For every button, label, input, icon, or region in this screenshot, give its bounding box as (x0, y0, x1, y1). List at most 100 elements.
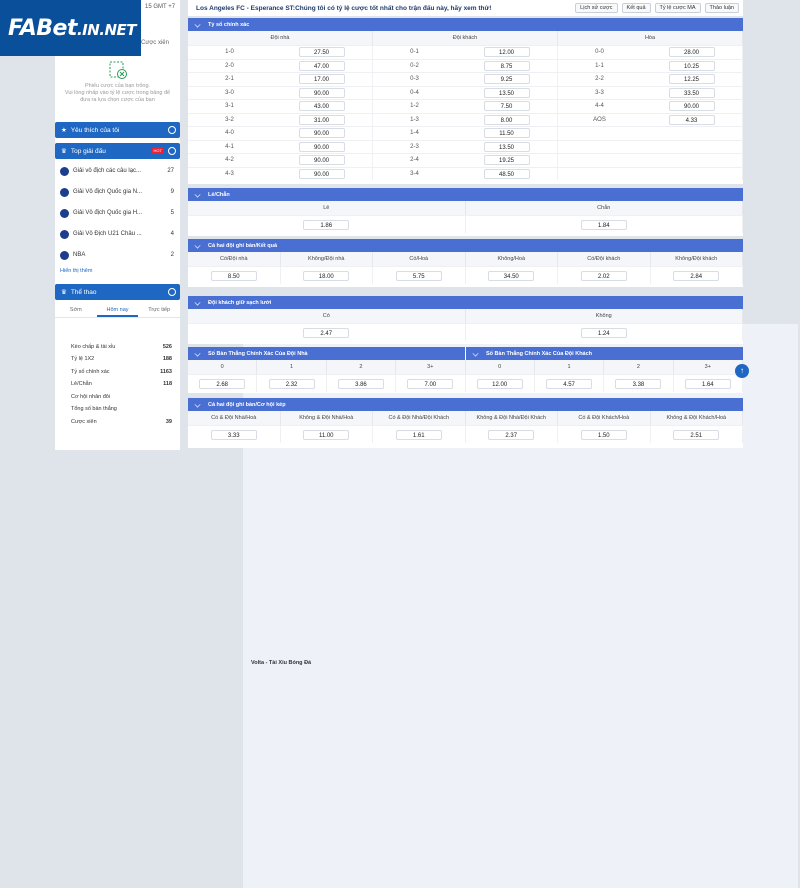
odds-button[interactable]: 12.00 (476, 378, 523, 389)
score-cell: 4-2 90.00 (188, 154, 373, 167)
sport-item[interactable]: Kèo chấp & tài xỉu 526 (55, 341, 180, 353)
logo-brand: FABet (8, 15, 77, 41)
odds-button[interactable]: 1.84 (580, 219, 627, 230)
odds-button[interactable]: 13.50 (483, 87, 530, 98)
odds-button[interactable]: 18.00 (303, 270, 350, 281)
odds-button[interactable]: 1.61 (395, 429, 442, 440)
odds-button[interactable]: 27.50 (298, 47, 345, 58)
logo[interactable]: FABet.IN.NET (0, 0, 141, 56)
odds-button[interactable]: 8.50 (210, 270, 257, 281)
odds-cell: 1.50 (558, 426, 651, 443)
score-cell (558, 154, 743, 167)
score-cell: 0-3 9.25 (373, 73, 558, 86)
sport-item-volta[interactable]: Volta - Tài Xỉu Bóng Đá (243, 438, 798, 888)
odds-button[interactable]: 8.00 (483, 114, 530, 125)
bet-history-button[interactable]: Lịch sử cược (575, 3, 618, 13)
odds-button[interactable]: 2.02 (580, 270, 627, 281)
odds-button[interactable]: 7.00 (407, 378, 454, 389)
sport-item[interactable]: Tổng số bàn thắng (55, 403, 180, 415)
odds-button[interactable]: 2.84 (673, 270, 720, 281)
discuss-button[interactable]: Thảo luận (704, 3, 739, 13)
odds-button[interactable]: 90.00 (298, 168, 345, 179)
odds-cell: 1.86 (188, 216, 466, 233)
exact-home-header[interactable]: Số Bàn Thắng Chính Xác Của Đội Nhà (188, 347, 465, 360)
odds-button[interactable]: 43.00 (298, 101, 345, 112)
correct-score-header[interactable]: Tỷ số chính xác (188, 18, 743, 31)
odds-button[interactable]: 1.64 (684, 378, 731, 389)
btts-double-header[interactable]: Cả hai đội ghi bàn/Cơ hội kép (188, 398, 743, 411)
league-item[interactable]: Giải Vô địch Quốc gia H... 5 (55, 202, 180, 224)
odds-button[interactable]: 2.68 (199, 378, 246, 389)
odds-button[interactable]: 2.51 (673, 429, 720, 440)
odds-button[interactable]: 31.00 (298, 114, 345, 125)
odds-button[interactable]: 4.57 (546, 378, 593, 389)
odd-even-header[interactable]: Lẻ/Chẵn (188, 188, 743, 201)
odds-button[interactable]: 5.75 (395, 270, 442, 281)
league-name: Giải Vô địch Quốc gia H... (73, 210, 143, 216)
odds-button[interactable]: 11.50 (483, 128, 530, 139)
odds-button[interactable]: 90.00 (298, 155, 345, 166)
exact-away-header[interactable]: Số Bàn Thắng Chính Xác Của Đội Khách (465, 347, 743, 360)
league-item[interactable]: NBA 2 (55, 244, 180, 266)
odds-button[interactable]: 3.38 (615, 378, 662, 389)
odds-button[interactable]: 13.50 (483, 141, 530, 152)
odds-button[interactable]: 9.25 (483, 74, 530, 85)
odds-button[interactable]: 90.00 (668, 101, 715, 112)
odds-type-button[interactable]: Tỷ lệ cược MA (654, 3, 701, 13)
odds-button[interactable]: 3.86 (337, 378, 384, 389)
sport-item[interactable]: Lẻ/Chẵn 118 (55, 378, 180, 390)
odds-button[interactable]: 34.50 (488, 270, 535, 281)
odds-button[interactable]: 12.25 (668, 74, 715, 85)
score-label: 2-4 (410, 157, 419, 164)
tab-live[interactable]: Trực tiếp (138, 302, 180, 317)
odds-button[interactable]: 90.00 (298, 87, 345, 98)
odds-button[interactable]: 8.75 (483, 60, 530, 71)
odds-button[interactable]: 90.00 (298, 141, 345, 152)
btts-result-header[interactable]: Cả hai đội ghi bàn/Kết quả (188, 239, 743, 252)
odds-button[interactable]: 2.37 (488, 429, 535, 440)
odds-button[interactable]: 1.50 (580, 429, 627, 440)
league-item[interactable]: Giải Vô Địch U21 Châu ... 4 (55, 223, 180, 245)
odds-button[interactable]: 90.00 (298, 128, 345, 139)
odds-button[interactable]: 17.00 (298, 74, 345, 85)
odds-button[interactable]: 47.00 (298, 60, 345, 71)
odds-button[interactable]: 1.86 (303, 219, 350, 230)
sport-item[interactable]: Cược xiên 39 (55, 416, 180, 428)
odds-button[interactable]: 2.32 (268, 378, 315, 389)
odds-button[interactable]: 2.47 (303, 327, 350, 338)
odds-button[interactable]: 3.33 (210, 429, 257, 440)
odds-button[interactable]: 1.24 (580, 327, 627, 338)
sport-item[interactable]: Cơ hội nhân đôi (55, 391, 180, 403)
odds-button[interactable]: 19.25 (483, 155, 530, 166)
results-button[interactable]: Kết quả (621, 3, 651, 13)
clean-sheet-header[interactable]: Đội khách giữ sạch lưới (188, 296, 743, 309)
odds-button[interactable]: 4.33 (668, 114, 715, 125)
correct-score-block: Tỷ số chính xác Đội nhà Đội khách Hòa 1-0 2… (188, 18, 743, 184)
score-cell: 3-1 43.00 (188, 100, 373, 113)
sports-header[interactable]: ♛ Thể thao (55, 284, 180, 300)
league-item[interactable]: Giải vô địch các câu lạc... 27 (55, 160, 180, 182)
odds-button[interactable]: 7.50 (483, 101, 530, 112)
odds-button[interactable]: 10.25 (668, 60, 715, 71)
league-count: 27 (167, 168, 174, 174)
top-leagues-header[interactable]: ♛ Top giải đấu HOT (55, 143, 180, 159)
odds-button[interactable]: 11.00 (303, 429, 350, 440)
btts-double-title: Cả hai đội ghi bàn/Cơ hội kép (208, 401, 286, 408)
sport-item[interactable]: Tỷ lệ 1X2 188 (55, 353, 180, 365)
tab-parlay[interactable]: Cược xiên (141, 40, 179, 46)
league-item[interactable]: Giải Vô địch Quốc gia N... 9 (55, 181, 180, 203)
col-header: Không & Đội Nhà/Đội Khách (466, 411, 558, 425)
odds-button[interactable]: 48.50 (483, 168, 530, 179)
score-cell: 2-4 19.25 (373, 154, 558, 167)
odds-button[interactable]: 28.00 (668, 47, 715, 58)
odds-button[interactable]: 12.00 (483, 47, 530, 58)
show-more-link[interactable]: Hiển thị thêm (60, 268, 92, 274)
favorites-header[interactable]: ★ Yêu thích của tôi (55, 122, 180, 138)
scroll-top-button[interactable]: ↑ (735, 364, 749, 378)
sport-item[interactable]: Tỷ số chính xác 1163 (55, 366, 180, 378)
odds-button[interactable]: 33.50 (668, 87, 715, 98)
score-label: 2-0 (225, 62, 234, 69)
tab-early[interactable]: Sớm (55, 302, 97, 317)
tab-today[interactable]: Hôm nay (96, 302, 139, 317)
chevron-icon (194, 242, 201, 249)
